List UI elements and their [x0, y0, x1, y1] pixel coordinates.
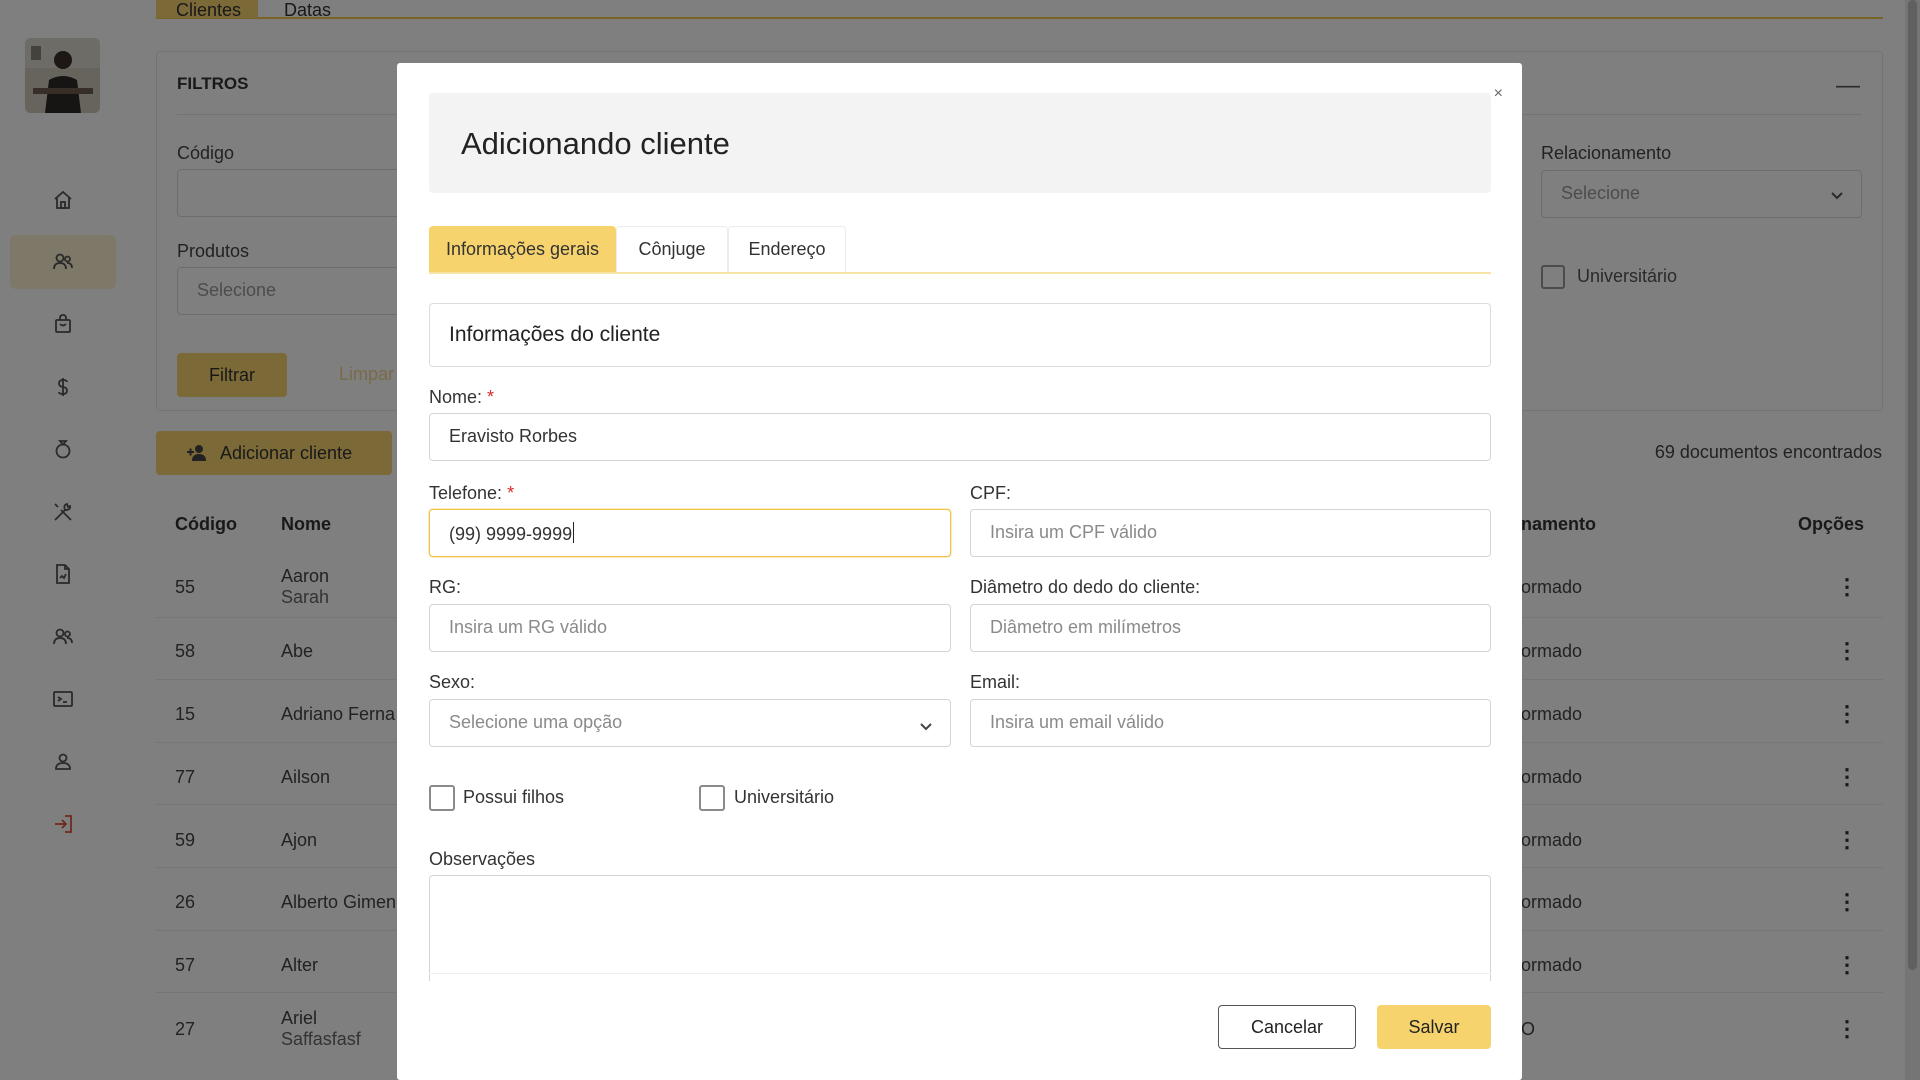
close-icon[interactable]: × [1494, 85, 1503, 103]
telefone-field[interactable]: (99) 9999-9999 [429, 509, 951, 557]
rg-field[interactable]: Insira um RG válido [429, 604, 951, 652]
modal-header: Adicionando cliente [429, 93, 1491, 193]
divider [429, 973, 1491, 974]
observacoes-textarea[interactable] [429, 875, 1491, 981]
cpf-label: CPF: [970, 483, 1012, 503]
diametro-placeholder: Diâmetro em milímetros [990, 617, 1182, 637]
modal-tabs: Informações gerais Cônjuge Endereço [429, 226, 1491, 274]
cpf-placeholder: Insira um CPF válido [990, 522, 1158, 542]
modal-title: Adicionando cliente [461, 126, 730, 161]
telefone-value: (99) 9999-9999 [449, 522, 575, 544]
cancel-button[interactable]: Cancelar [1218, 1005, 1356, 1049]
tab-conjuge[interactable]: Cônjuge [616, 226, 728, 272]
section-header: Informações do cliente [429, 303, 1491, 367]
rg-label: RG: [429, 577, 462, 597]
chevron-down-icon [920, 723, 932, 731]
sexo-placeholder: Selecione uma opção [449, 712, 623, 732]
universitario-label: Universitário [734, 787, 835, 807]
section-title: Informações do cliente [449, 323, 661, 346]
sexo-label: Sexo: [429, 672, 476, 692]
email-label: Email: [970, 672, 1021, 692]
required-marker: * [487, 387, 495, 407]
tab-endereco[interactable]: Endereço [728, 226, 846, 272]
cpf-field[interactable]: Insira um CPF válido [970, 509, 1491, 557]
rg-placeholder: Insira um RG válido [449, 617, 608, 637]
nome-field[interactable]: Eravisto Rorbes [429, 413, 1491, 461]
nome-label: Nome: * [429, 387, 495, 407]
telefone-label: Telefone: * [429, 483, 515, 503]
text-caret [573, 522, 575, 543]
observacoes-label: Observações [429, 849, 536, 869]
nome-value: Eravisto Rorbes [449, 426, 578, 446]
universitario-checkbox[interactable] [699, 785, 725, 811]
save-button[interactable]: Salvar [1377, 1005, 1491, 1049]
email-placeholder: Insira um email válido [990, 712, 1165, 732]
diametro-label: Diâmetro do dedo do cliente: [970, 577, 1201, 597]
tab-informacoes-gerais[interactable]: Informações gerais [429, 226, 616, 272]
diametro-field[interactable]: Diâmetro em milímetros [970, 604, 1491, 652]
required-marker: * [507, 483, 515, 503]
sexo-select[interactable]: Selecione uma opção [429, 699, 951, 747]
possui-filhos-label: Possui filhos [463, 787, 565, 807]
possui-filhos-checkbox[interactable] [429, 785, 455, 811]
add-client-modal: × Adicionando cliente Informações gerais… [397, 63, 1522, 1080]
email-field[interactable]: Insira um email válido [970, 699, 1491, 747]
